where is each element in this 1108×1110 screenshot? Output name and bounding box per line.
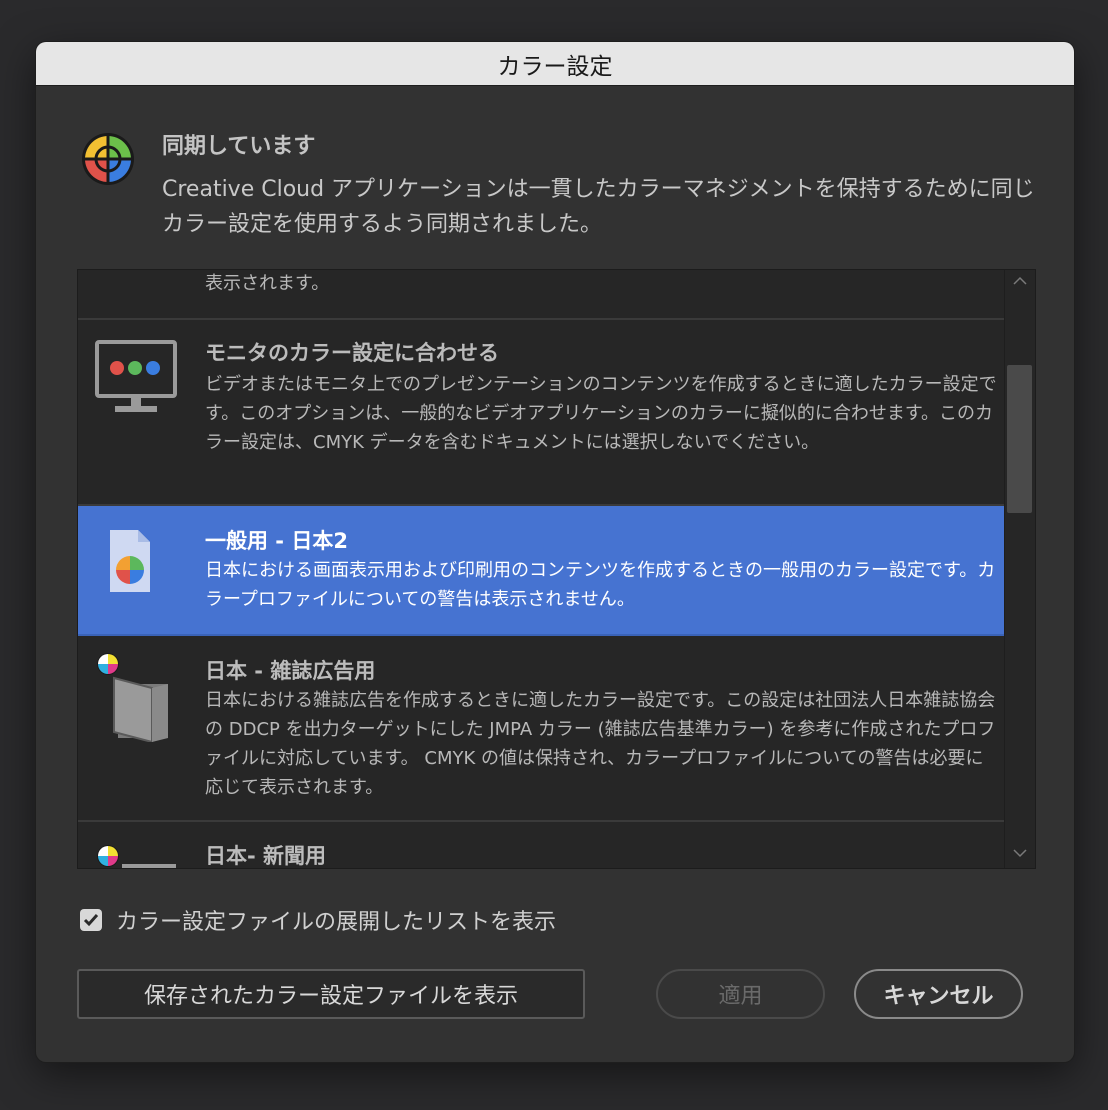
expanded-list-checkbox[interactable] [80, 909, 102, 931]
sync-heading: 同期しています [162, 134, 316, 159]
chevron-down-icon[interactable] [1012, 846, 1028, 860]
cancel-button[interactable]: キャンセル [854, 969, 1023, 1019]
dialog-title: カラー設定 [36, 42, 1074, 86]
scroll-thumb[interactable] [1007, 365, 1032, 513]
item-description: 表示されます。 [205, 273, 330, 294]
list-item[interactable]: 日本- 新聞用 [78, 822, 1004, 868]
item-title: 一般用 - 日本2 [205, 529, 348, 553]
item-title: 日本 - 雑誌広告用 [205, 659, 376, 683]
item-title: モニタのカラー設定に合わせる [205, 341, 499, 365]
list-item[interactable]: 日本 - 雑誌広告用 日本における雑誌広告を作成するときに適したカラー設定です。… [78, 636, 1004, 822]
color-settings-list[interactable]: 表示されます。 モニタのカラー設定に合わせる ビデオまたはモニタ上でのプレゼンテ… [77, 269, 1036, 869]
monitor-icon [95, 340, 177, 412]
item-description: 日本における雑誌広告を作成するときに適したカラー設定です。この設定は社団法人日本… [205, 690, 996, 798]
item-description: ビデオまたはモニタ上でのプレゼンテーションのコンテンツを作成するときに適したカラ… [205, 374, 997, 453]
list-item-selected[interactable]: 一般用 - 日本2 日本における画面表示用および印刷用のコンテンツを作成するとき… [78, 506, 1004, 636]
newspaper-icon [97, 845, 176, 868]
list-item[interactable]: モニタのカラー設定に合わせる ビデオまたはモニタ上でのプレゼンテーションのコンテ… [78, 320, 1004, 506]
item-description: 日本における画面表示用および印刷用のコンテンツを作成するときの一般用のカラー設定… [205, 560, 996, 610]
expanded-list-option[interactable]: カラー設定ファイルの展開したリストを表示 [80, 904, 556, 936]
list-item[interactable]: 表示されます。 [78, 270, 1004, 320]
show-saved-settings-button[interactable]: 保存されたカラー設定ファイルを表示 [77, 969, 585, 1019]
color-settings-dialog: カラー設定 同期しています Creative Cloud アプリケーションは一貫… [36, 42, 1074, 1062]
chevron-up-icon[interactable] [1012, 274, 1028, 288]
item-title: 日本- 新聞用 [205, 844, 327, 868]
expanded-list-label: カラー設定ファイルの展開したリストを表示 [116, 910, 557, 935]
apply-button[interactable]: 適用 [656, 969, 825, 1019]
color-wheel-icon [82, 133, 134, 185]
magazine-icon [97, 653, 168, 742]
document-color-icon [110, 530, 150, 592]
checkmark-icon [83, 914, 99, 927]
sync-description: Creative Cloud アプリケーションは一貫したカラーマネジメントを保持… [162, 177, 1035, 237]
list-scrollbar[interactable] [1004, 270, 1035, 868]
